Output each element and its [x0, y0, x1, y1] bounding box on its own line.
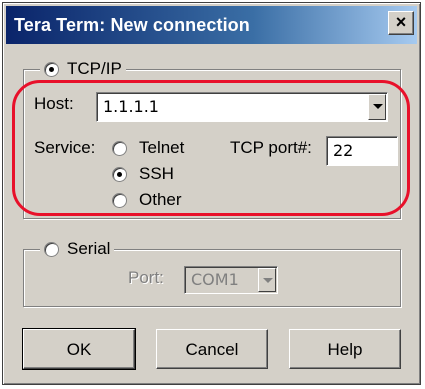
tcpip-group: TCP/IP Host: 1.1.1.1 Service: Telnet SSH… — [23, 59, 401, 219]
serial-port-label: Port: — [128, 268, 164, 287]
host-label: Host: — [34, 94, 74, 113]
host-dropdown-button[interactable] — [368, 94, 386, 120]
tcp-port-label: TCP port#: — [230, 138, 312, 157]
close-icon: × — [395, 12, 407, 32]
serial-port-value: COM1 — [191, 270, 239, 289]
other-label: Other — [139, 190, 182, 209]
other-radio[interactable] — [112, 192, 127, 208]
title-bar: Tera Term: New connection × — [6, 6, 417, 44]
serial-label: Serial — [67, 239, 111, 258]
help-button[interactable]: Help — [289, 329, 401, 369]
serial-legend[interactable]: Serial — [40, 239, 115, 259]
close-button[interactable]: × — [388, 11, 414, 35]
tcpip-radio[interactable] — [44, 61, 59, 77]
serial-radio[interactable] — [44, 241, 59, 257]
tcp-port-input[interactable]: 22 — [326, 136, 398, 166]
host-value: 1.1.1.1 — [103, 97, 159, 116]
ok-button[interactable]: OK — [22, 328, 136, 370]
service-ssh-option[interactable]: SSH — [112, 164, 174, 184]
new-connection-dialog: Tera Term: New connection × TCP/IP Host:… — [2, 2, 421, 385]
cancel-button[interactable]: Cancel — [156, 329, 268, 369]
telnet-label: Telnet — [139, 138, 185, 157]
serial-group: Serial Port: COM1 — [23, 239, 401, 307]
host-combobox[interactable]: 1.1.1.1 — [96, 92, 388, 122]
telnet-radio[interactable] — [112, 140, 127, 156]
service-telnet-option[interactable]: Telnet — [112, 138, 184, 158]
tcpip-legend[interactable]: TCP/IP — [40, 59, 126, 79]
ssh-label: SSH — [139, 164, 174, 183]
window-title: Tera Term: New connection — [14, 15, 250, 35]
ssh-radio[interactable] — [112, 166, 127, 182]
serial-port-dropdown-button[interactable] — [258, 268, 276, 292]
tcp-port-value: 22 — [333, 141, 354, 160]
service-other-option[interactable]: Other — [112, 190, 182, 210]
tcpip-label: TCP/IP — [67, 59, 122, 78]
service-label: Service: — [34, 138, 96, 157]
